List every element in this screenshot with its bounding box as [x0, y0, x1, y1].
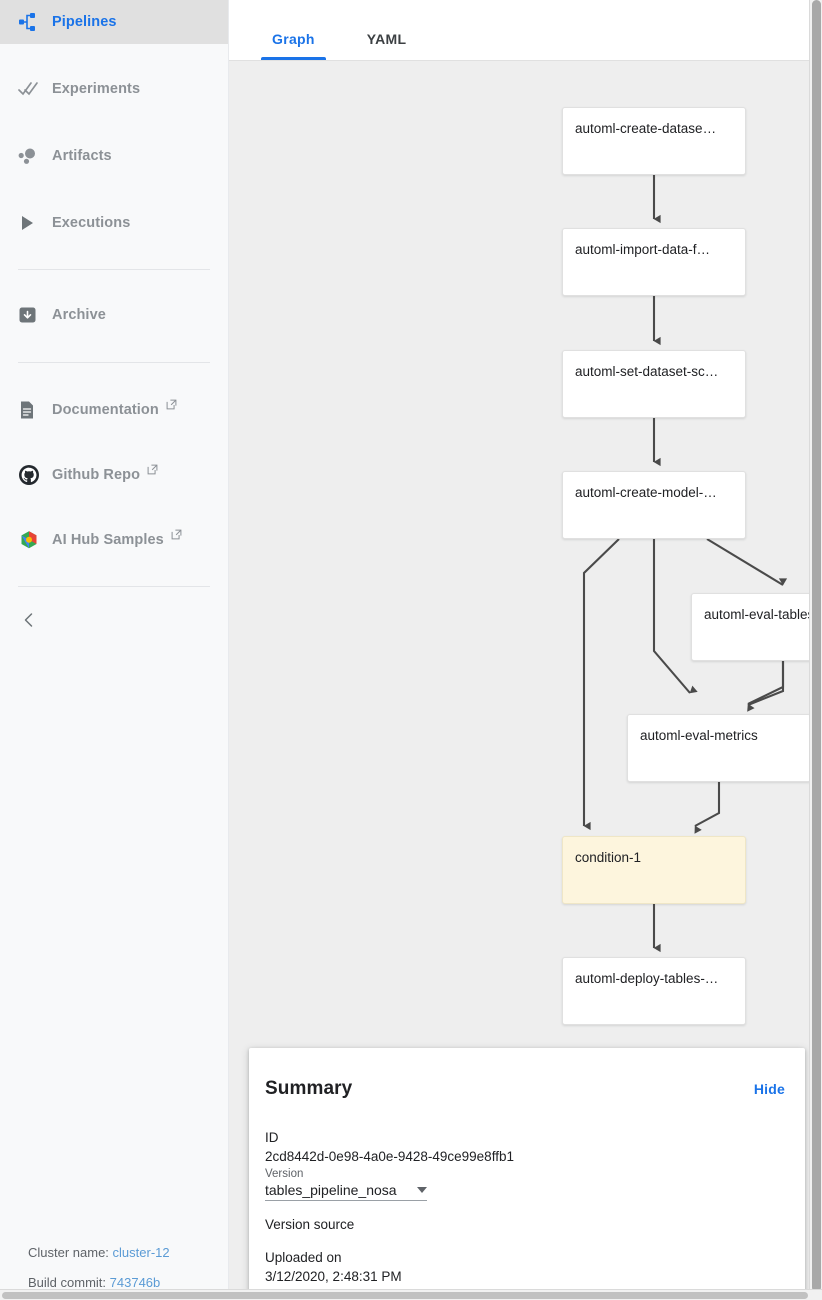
sidebar-item-label: Pipelines	[52, 14, 117, 30]
pipelines-icon	[18, 10, 46, 34]
node-label: automl-create-model-…	[575, 485, 717, 500]
edge-create-model-to-eval-tables	[706, 538, 790, 586]
sidebar: Pipelines Experiments Artifacts Executio…	[0, 0, 229, 1300]
sidebar-item-executions[interactable]: Executions	[0, 201, 228, 245]
chevron-left-icon	[22, 612, 36, 633]
version-select[interactable]: tables_pipeline_nosa	[265, 1182, 427, 1201]
sidebar-item-archive[interactable]: Archive	[0, 293, 228, 337]
version-label: Version	[265, 1168, 304, 1180]
sidebar-item-experiments[interactable]: Experiments	[0, 67, 228, 111]
executions-icon	[18, 211, 46, 235]
node-label: condition-1	[575, 850, 642, 865]
sidebar-item-artifacts[interactable]: Artifacts	[0, 134, 228, 178]
hide-summary-button[interactable]: Hide	[754, 1081, 785, 1097]
sidebar-item-label: AI Hub Samples	[52, 532, 164, 548]
graph-edges	[582, 175, 790, 953]
cluster-name-link[interactable]: cluster-12	[113, 1245, 170, 1260]
sidebar-item-github-repo[interactable]: Github Repo	[0, 453, 228, 497]
summary-panel: Summary Hide ID 2cd8442d-0e98-4a0e-9428-…	[249, 1048, 805, 1300]
graph-node-automl-eval-tables-model[interactable]: automl-eval-tables-m…	[691, 593, 822, 661]
node-label: automl-eval-metrics	[640, 728, 758, 743]
node-label: automl-set-dataset-sc…	[575, 364, 719, 379]
external-link-icon	[166, 397, 177, 415]
sidebar-item-label: Experiments	[52, 81, 141, 97]
app-root: Pipelines Experiments Artifacts Executio…	[0, 0, 822, 1300]
sidebar-divider-2	[18, 362, 210, 363]
tab-label: YAML	[366, 31, 407, 47]
node-label: automl-eval-tables-m…	[704, 607, 822, 622]
graph-node-automl-import-data[interactable]: automl-import-data-f…	[562, 228, 746, 296]
uploaded-on-label: Uploaded on	[265, 1250, 342, 1265]
build-commit-row: Build commit: 743746b	[28, 1275, 218, 1290]
version-selected-value: tables_pipeline_nosa	[265, 1182, 397, 1198]
version-source-label: Version source	[265, 1217, 355, 1232]
sidebar-divider-1	[18, 269, 210, 270]
graph-canvas[interactable]: automl-create-datase… automl-import-data…	[229, 61, 822, 1300]
summary-field-uploaded-on: Uploaded on 3/12/2020, 2:48:31 PM	[265, 1248, 785, 1286]
summary-field-version-source: Version source	[265, 1215, 785, 1234]
ai-hub-icon	[18, 528, 46, 552]
graph-node-automl-create-model[interactable]: automl-create-model-…	[562, 471, 746, 539]
sidebar-item-ai-hub-samples[interactable]: AI Hub Samples	[0, 518, 228, 562]
id-label: ID	[265, 1130, 279, 1145]
tab-graph[interactable]: Graph	[261, 31, 326, 60]
sidebar-divider-3	[18, 586, 210, 587]
tab-bar: Graph YAML	[229, 0, 822, 61]
archive-icon	[18, 303, 46, 327]
vertical-scrollbar-thumb[interactable]	[812, 0, 821, 1292]
edge-create-model-to-condition	[582, 538, 620, 831]
external-link-icon	[171, 527, 182, 545]
sidebar-item-label: Artifacts	[52, 148, 112, 164]
summary-header: Summary Hide	[265, 1078, 785, 1100]
node-label: automl-import-data-f…	[575, 242, 711, 257]
graph-node-automl-deploy-tables[interactable]: automl-deploy-tables-…	[562, 957, 746, 1025]
horizontal-scrollbar-thumb[interactable]	[2, 1292, 808, 1299]
tab-yaml[interactable]: YAML	[356, 31, 418, 60]
experiments-icon	[18, 77, 46, 101]
vertical-scrollbar[interactable]	[809, 0, 822, 1292]
graph-node-condition-1[interactable]: condition-1	[562, 836, 746, 904]
document-icon	[18, 398, 46, 422]
horizontal-scrollbar[interactable]	[0, 1289, 822, 1300]
build-commit-link[interactable]: 743746b	[110, 1275, 161, 1290]
sidebar-collapse-button[interactable]	[0, 599, 228, 645]
external-link-icon	[147, 462, 158, 480]
sidebar-footer: Cluster name: cluster-12 Build commit: 7…	[28, 1245, 218, 1290]
graph-node-automl-eval-metrics[interactable]: automl-eval-metrics	[627, 714, 811, 782]
sidebar-item-label: Github Repo	[52, 467, 141, 483]
edge-eval-tables-to-eval-metrics-a	[747, 661, 785, 706]
node-label: automl-create-datase…	[575, 121, 717, 136]
cluster-name-label: Cluster name:	[28, 1245, 109, 1260]
edge-eval-metrics-to-condition	[694, 782, 721, 834]
sidebar-item-pipelines[interactable]: Pipelines	[0, 0, 228, 44]
id-value: 2cd8442d-0e98-4a0e-9428-49ce99e8ffb1	[265, 1149, 514, 1164]
build-commit-label: Build commit:	[28, 1275, 107, 1290]
uploaded-on-value: 3/12/2020, 2:48:31 PM	[265, 1269, 402, 1284]
tab-label: Graph	[272, 31, 315, 47]
sidebar-item-label: Executions	[52, 215, 131, 231]
sidebar-item-label: Archive	[52, 307, 106, 323]
main-content: Graph YAML automl-create-datase… automl-…	[229, 0, 822, 1300]
page-title: Summary	[265, 1078, 353, 1099]
summary-field-id: ID 2cd8442d-0e98-4a0e-9428-49ce99e8ffb1	[265, 1128, 785, 1166]
cluster-name-row: Cluster name: cluster-12	[28, 1245, 218, 1260]
sidebar-item-documentation[interactable]: Documentation	[0, 388, 228, 432]
edge-create-model-to-eval-metrics	[652, 539, 698, 694]
github-icon	[18, 463, 46, 487]
graph-node-automl-set-dataset-schema[interactable]: automl-set-dataset-sc…	[562, 350, 746, 418]
sidebar-item-label: Documentation	[52, 402, 159, 418]
chevron-down-icon	[417, 1187, 427, 1193]
node-label: automl-deploy-tables-…	[575, 971, 719, 986]
artifacts-icon	[18, 144, 46, 168]
graph-node-automl-create-dataset[interactable]: automl-create-datase…	[562, 107, 746, 175]
summary-field-version: Version tables_pipeline_nosa	[265, 1166, 785, 1201]
